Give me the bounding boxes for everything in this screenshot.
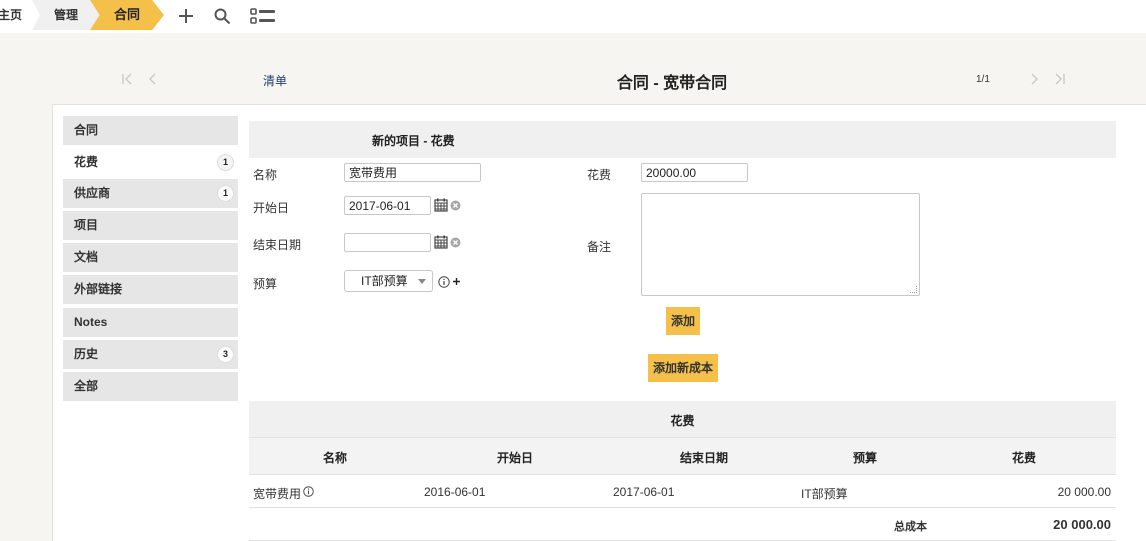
resize-grip-icon[interactable] xyxy=(910,286,917,293)
sidebar-item-label: 历史 xyxy=(74,347,99,361)
info-icon[interactable] xyxy=(302,485,314,497)
sidebar-item-label: 文档 xyxy=(74,250,99,264)
prev-page-icon[interactable] xyxy=(146,72,160,86)
column-header-budget[interactable]: 预算 xyxy=(853,449,877,466)
row-cost: 20 000.00 xyxy=(1057,485,1111,499)
note-textarea[interactable] xyxy=(641,193,920,296)
start-date-input[interactable] xyxy=(344,196,431,215)
clear-icon[interactable] xyxy=(449,236,461,248)
row-start-date: 2016-06-01 xyxy=(424,485,486,499)
breadcrumb-manage[interactable]: 管理 xyxy=(32,0,100,30)
search-icon[interactable] xyxy=(211,6,233,26)
first-page-icon[interactable] xyxy=(120,72,134,86)
sidebar-item-notes[interactable]: Notes xyxy=(63,308,238,337)
end-date-input[interactable] xyxy=(344,233,431,252)
sidebar-item-label: 合同 xyxy=(74,123,99,137)
table-title: 花费 xyxy=(670,414,695,428)
cost-input[interactable] xyxy=(641,163,748,182)
sidebar-item-label: Notes xyxy=(74,315,108,329)
form-title: 新的项目 - 花费 xyxy=(372,134,455,148)
chevron-down-icon xyxy=(418,279,426,284)
sidebar-item-projects[interactable]: 项目 xyxy=(63,211,238,240)
name-input[interactable] xyxy=(344,163,481,182)
column-header-cost[interactable]: 花费 xyxy=(1012,449,1036,466)
add-budget-icon[interactable] xyxy=(451,275,461,288)
table-row[interactable]: 宽带费用 2016-06-01 2017-06-01 IT部预算 20 000.… xyxy=(249,475,1116,508)
add-button[interactable]: 添加 xyxy=(666,307,700,335)
row-end-date: 2017-06-01 xyxy=(613,485,675,499)
count-badge: 1 xyxy=(217,154,234,171)
clear-icon[interactable] xyxy=(449,199,461,211)
sidebar-item-label: 外部链接 xyxy=(74,282,123,296)
form-header: 新的项目 - 花费 xyxy=(249,121,1116,158)
list-link[interactable]: 清单 xyxy=(263,72,287,89)
sidebar-item-contract[interactable]: 合同 xyxy=(63,116,238,145)
total-value: 20 000.00 xyxy=(1053,517,1111,532)
info-icon[interactable] xyxy=(437,275,450,288)
sidebar-item-label: 全部 xyxy=(74,379,99,393)
add-new-cost-button[interactable]: 添加新成本 xyxy=(648,354,718,382)
sidebar-item-all[interactable]: 全部 xyxy=(63,372,238,401)
name-label: 名称 xyxy=(253,168,278,182)
budget-select[interactable]: IT部预算 xyxy=(344,270,433,292)
sidebar-item-suppliers[interactable]: 供应商 1 xyxy=(63,179,238,208)
next-page-icon[interactable] xyxy=(1027,72,1041,86)
count-badge: 1 xyxy=(217,185,234,202)
column-header-start[interactable]: 开始日 xyxy=(497,449,533,466)
breadcrumb-current[interactable]: 合同 xyxy=(90,0,164,30)
row-budget: IT部预算 xyxy=(801,487,848,501)
budget-label: 预算 xyxy=(253,277,278,291)
calendar-icon[interactable] xyxy=(433,197,448,213)
sidebar-item-external-links[interactable]: 外部链接 xyxy=(63,275,238,304)
start-date-label: 开始日 xyxy=(253,201,290,215)
end-date-label: 结束日期 xyxy=(253,238,302,252)
column-header-name[interactable]: 名称 xyxy=(323,449,347,466)
page-count: 1/1 xyxy=(976,74,990,85)
last-page-icon[interactable] xyxy=(1053,72,1067,86)
table-total-row: 总成本 20 000.00 xyxy=(249,508,1116,541)
plus-icon[interactable] xyxy=(175,6,197,26)
sidebar-item-documents[interactable]: 文档 xyxy=(63,243,238,272)
list-view-icon[interactable] xyxy=(249,6,277,26)
column-header-end[interactable]: 结束日期 xyxy=(680,449,728,466)
cost-label: 花费 xyxy=(587,168,612,182)
breadcrumb-home[interactable]: 主页 xyxy=(0,0,28,30)
top-bar: 主页 管理 合同 xyxy=(0,0,1146,33)
page-title: 合同 - 宽带合同 xyxy=(616,75,728,92)
sidebar-item-expenses[interactable]: 花费 1 xyxy=(63,148,238,177)
table-header: 名称 开始日 结束日期 预算 花费 xyxy=(249,438,1116,475)
sidebar-item-label: 项目 xyxy=(74,218,99,232)
note-label: 备注 xyxy=(587,240,612,254)
count-badge: 3 xyxy=(217,346,234,363)
sidebar-item-label: 花费 xyxy=(74,155,99,169)
table-title-row: 花费 xyxy=(249,401,1116,438)
total-label: 总成本 xyxy=(894,521,927,533)
sidebar-item-history[interactable]: 历史 3 xyxy=(63,340,238,369)
row-name[interactable]: 宽带费用 xyxy=(253,485,301,502)
sidebar-item-label: 供应商 xyxy=(74,186,111,200)
calendar-icon[interactable] xyxy=(433,234,448,250)
budget-select-value: IT部预算 xyxy=(361,274,408,288)
